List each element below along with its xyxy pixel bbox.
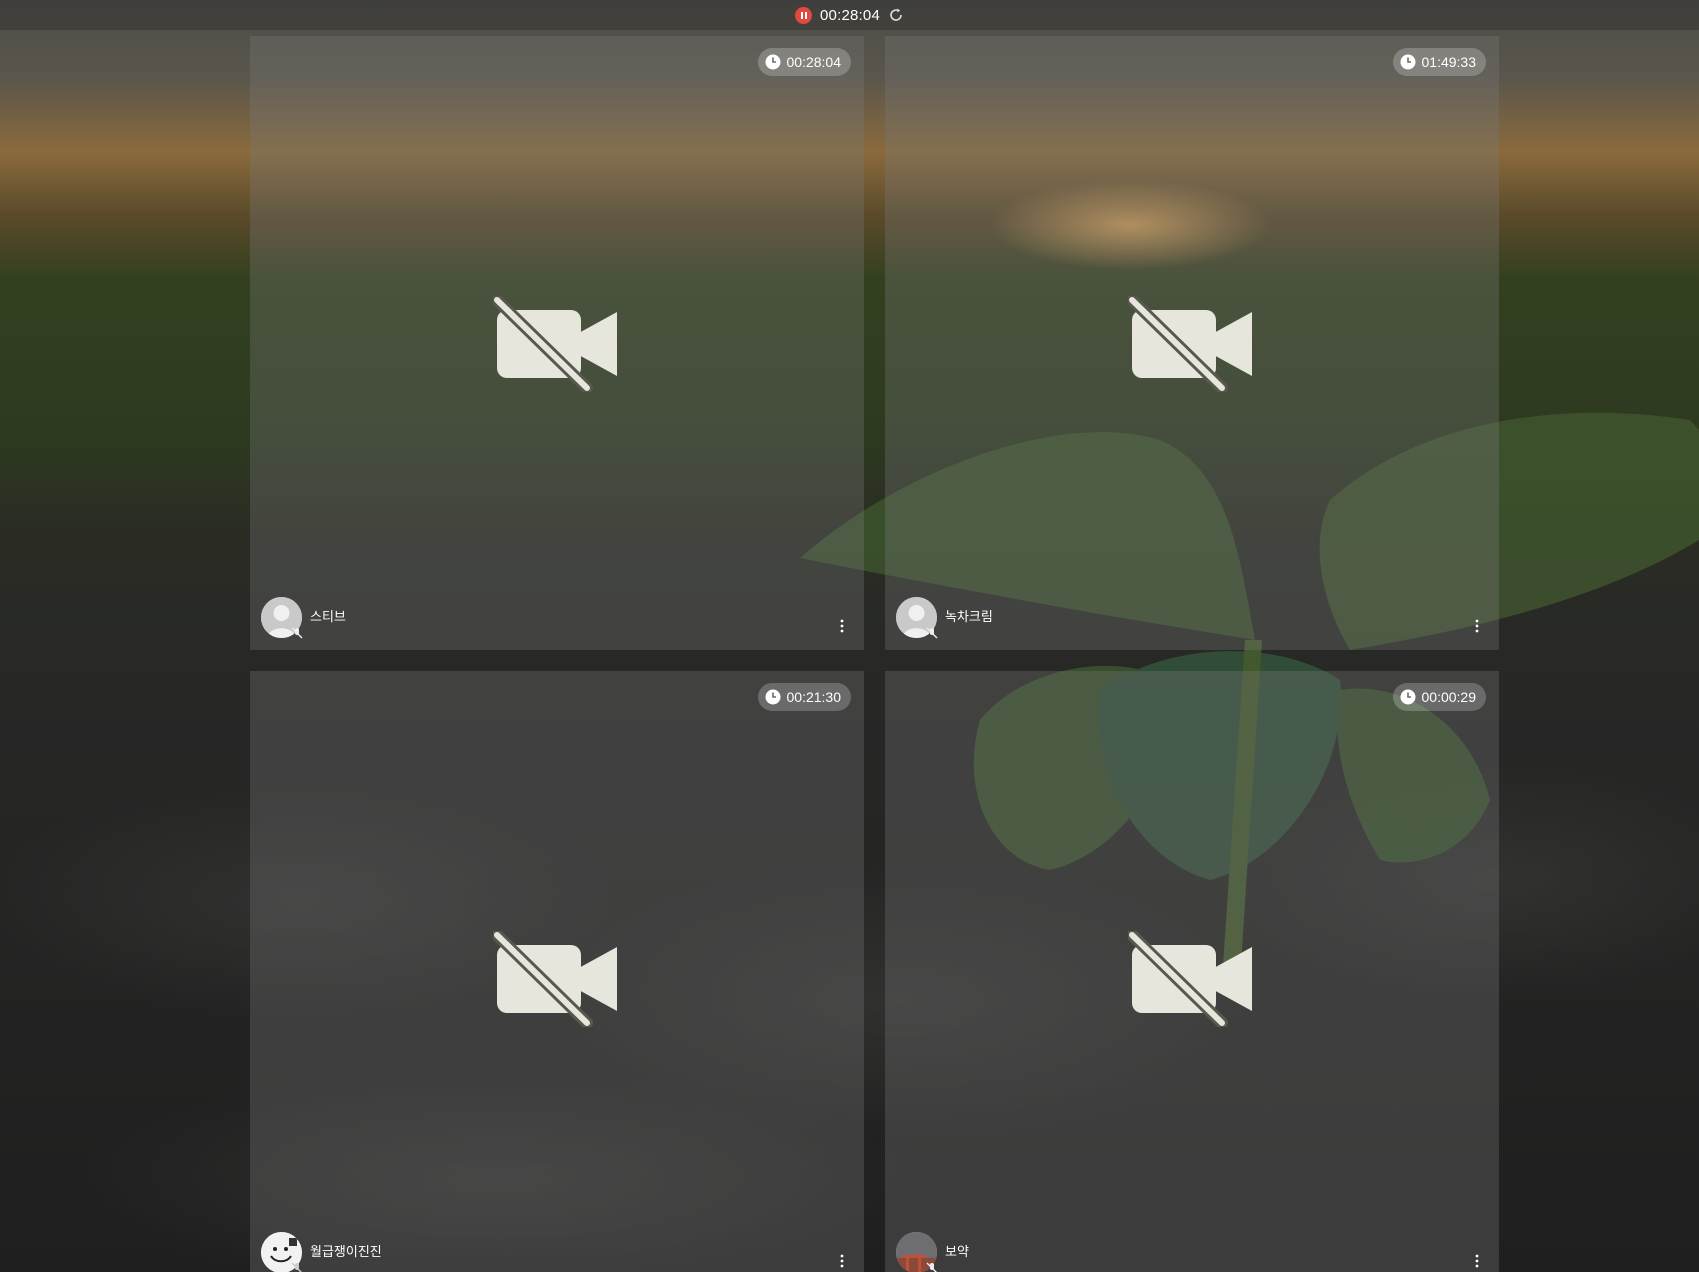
study-duration-badge: 00:00:29 [1392,683,1486,711]
participant-tile[interactable]: 00:00:29 보약 [885,671,1499,1272]
more-options-icon[interactable] [1473,1253,1481,1269]
pause-icon [800,11,807,19]
participant-info: 스티브 [261,597,346,639]
camera-off-icon [493,296,617,392]
study-duration-badge: 00:21:30 [757,683,851,711]
mic-off-icon [291,1262,302,1272]
session-elapsed-time: 00:28:04 [820,6,880,24]
study-duration-badge: 01:49:33 [1392,48,1486,76]
clock-icon [765,54,780,70]
mic-off-icon [291,627,303,639]
participant-info: 녹차크림 [896,597,993,639]
camera-off-icon [1128,931,1252,1027]
session-timer-bar: 00:28:04 [0,0,1699,30]
camera-off-icon [1128,296,1252,392]
participant-info: 보약 [896,1232,969,1272]
participant-name: 월급쟁이진진 [310,1244,382,1259]
mic-off-icon [926,627,938,639]
study-duration-badge: 00:28:04 [757,48,851,76]
participant-name: 스티브 [310,609,346,624]
camera-off-icon [493,931,617,1027]
participant-name: 보약 [945,1244,969,1259]
participant-info: 월급쟁이진진 [261,1232,382,1272]
participant-tile[interactable]: 00:21:30 월급쟁이진진 [250,671,864,1272]
refresh-icon[interactable] [888,7,904,23]
participant-name: 녹차크림 [945,609,993,624]
more-options-icon[interactable] [838,618,846,634]
participant-tile[interactable]: 00:28:04 스티브 [250,36,864,650]
study-duration: 00:21:30 [786,689,842,705]
clock-icon [1400,54,1415,70]
study-room-screen: 00:28:04 00:28:04 스티브 01:49:33 녹차크림 00:2… [0,0,1699,1272]
more-options-icon[interactable] [1473,618,1481,634]
pause-button[interactable] [795,6,812,24]
participant-tile[interactable]: 01:49:33 녹차크림 [885,36,1499,650]
study-duration: 01:49:33 [1421,54,1477,70]
more-options-icon[interactable] [838,1253,846,1269]
clock-icon [1400,689,1415,705]
clock-icon [765,689,780,705]
study-duration: 00:28:04 [786,54,842,70]
mic-off-icon [926,1262,937,1272]
study-duration: 00:00:29 [1421,689,1477,705]
